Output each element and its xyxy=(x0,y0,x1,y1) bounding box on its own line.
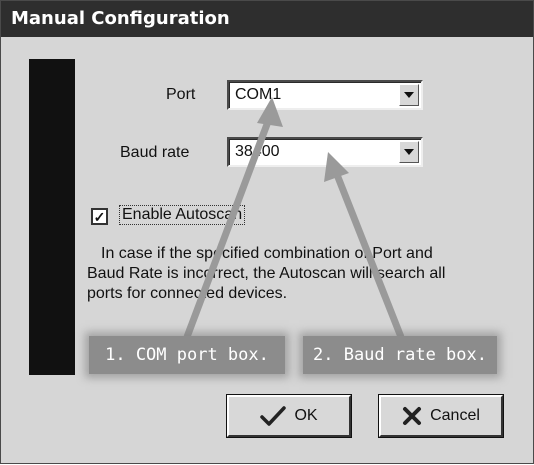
description-line: ports for connected devices. xyxy=(87,285,288,302)
baud-rate-combobox[interactable]: 38400 xyxy=(227,137,423,167)
baud-rate-value: 38400 xyxy=(235,143,280,160)
autoscan-checkbox[interactable]: ✓ xyxy=(91,208,108,225)
baud-rate-label: Baud rate xyxy=(120,144,190,161)
checkmark-icon xyxy=(260,406,287,426)
port-dropdown-button[interactable] xyxy=(399,84,419,106)
baud-rate-annotation: 2. Baud rate box. xyxy=(303,336,497,374)
autoscan-description: In case if the specified combination of … xyxy=(87,244,517,304)
ok-button[interactable]: OK xyxy=(226,394,352,438)
dialog-window: Manual Configuration Port COM1 Baud rate… xyxy=(0,0,534,464)
port-label: Port xyxy=(166,86,196,103)
checkmark-glyph: ✓ xyxy=(93,208,106,225)
ok-button-label: OK xyxy=(294,407,318,424)
x-icon xyxy=(403,407,422,425)
port-value: COM1 xyxy=(235,86,282,103)
side-banner xyxy=(29,59,75,375)
baud-rate-dropdown-button[interactable] xyxy=(399,141,419,163)
window-title: Manual Configuration xyxy=(1,1,533,37)
com-port-annotation: 1. COM port box. xyxy=(89,336,285,374)
chevron-down-icon xyxy=(404,149,414,155)
description-line: Baud Rate is incorrect, the Autoscan wil… xyxy=(87,265,446,282)
cancel-button[interactable]: Cancel xyxy=(378,394,504,438)
port-combobox[interactable]: COM1 xyxy=(227,80,423,110)
autoscan-label[interactable]: Enable Autoscan xyxy=(119,205,246,225)
cancel-button-label: Cancel xyxy=(430,407,480,424)
chevron-down-icon xyxy=(404,92,414,98)
description-line: In case if the specified combination of … xyxy=(101,245,433,262)
